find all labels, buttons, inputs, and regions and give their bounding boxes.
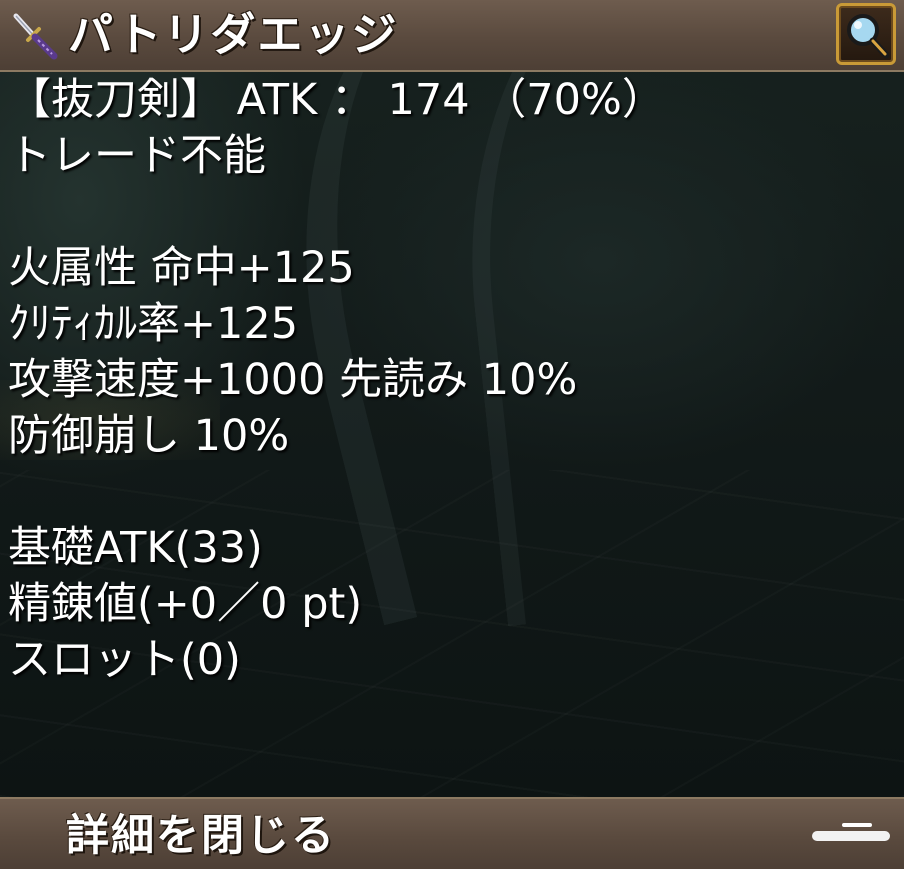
magnifier-icon <box>847 14 890 59</box>
trade-restriction: トレード不能 <box>8 131 266 181</box>
base-atk: 基礎ATK(33) <box>8 523 263 573</box>
scroll-handle[interactable] <box>812 831 890 841</box>
item-name: パトリダエッジ <box>68 8 399 61</box>
scroll-indicator <box>842 823 872 827</box>
weapon-type-atk: 【抜刀剣】 ATK ： 174 （70%） <box>8 75 665 125</box>
close-details-button[interactable]: 詳細を閉じる <box>0 797 904 869</box>
inspect-button[interactable] <box>836 3 896 65</box>
close-details-label: 詳細を閉じる <box>66 811 336 861</box>
item-description: 【抜刀剣】 ATK ： 174 （70%） トレード不能 火属性 命中+125 … <box>8 72 888 688</box>
katana-icon <box>8 10 62 64</box>
refine-value: 精錬値(+0／0 pt) <box>8 579 363 629</box>
slot-count: スロット(0) <box>8 635 241 685</box>
stat-line: 攻撃速度+1000 先読み 10% <box>8 355 578 405</box>
stat-line: 火属性 命中+125 <box>8 243 355 293</box>
stat-line: ｸﾘﾃｨｶﾙ率+125 <box>8 299 299 349</box>
stat-line: 防御崩し 10% <box>8 411 290 461</box>
item-title-bar: パトリダエッジ <box>0 0 904 72</box>
